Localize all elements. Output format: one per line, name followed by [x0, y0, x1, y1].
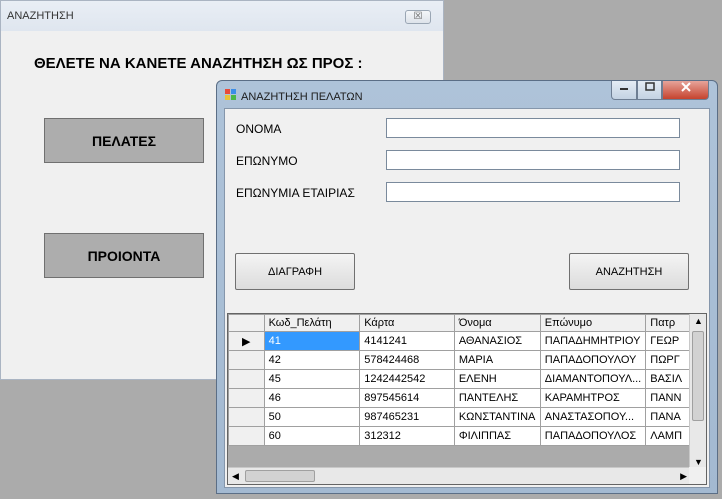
scroll-corner: [689, 467, 706, 484]
surname-input[interactable]: [386, 150, 680, 170]
row-header[interactable]: [228, 388, 265, 408]
customers-button[interactable]: ΠΕΛΑΤΕΣ: [44, 118, 204, 163]
table-cell[interactable]: ΠΑΠΑΔΟΠΟΥΛΟΣ: [539, 426, 647, 446]
table-cell[interactable]: 45: [263, 369, 361, 389]
table-cell[interactable]: ΑΝΑΣΤΑΣΟΠΟΥ...: [539, 407, 647, 427]
title-bar: ΑΝΑΖΗΤΗΣΗ ☒: [1, 1, 443, 31]
header-row: Κωδ_Πελάτη Κάρτα Όνομα Επώνυμο Πατρ: [228, 314, 706, 332]
scroll-up-arrow-icon[interactable]: ▲: [694, 316, 703, 326]
surname-label: ΕΠΩΝΥΜΟ: [236, 154, 298, 168]
current-row-marker: ▶: [242, 335, 251, 348]
name-input[interactable]: [386, 118, 680, 138]
search-button[interactable]: ΑΝΑΖΗΤΗΣΗ: [569, 253, 689, 290]
search-question: ΘΕΛΕΤΕ ΝΑ ΚΑΝΕΤΕ ΑΝΑΖΗΤΗΣΗ ΩΣ ΠΡΟΣ :: [34, 55, 363, 72]
table-cell[interactable]: 4141241: [359, 331, 455, 351]
table-cell[interactable]: ΕΛΕΝΗ: [453, 369, 541, 389]
delete-button[interactable]: ΔΙΑΓΡΑΦΗ: [235, 253, 355, 290]
table-row[interactable]: 46 897545614 ΠΑΝΤΕΛΗΣ ΚΑΡΑΜΗΤΡΟΣ ΠΑΝΝ: [228, 388, 706, 408]
scroll-left-arrow-icon[interactable]: ◀: [232, 471, 239, 482]
horizontal-scrollbar[interactable]: ◀ ▶: [228, 467, 691, 484]
company-label: ΕΠΩΝΥΜΙΑ ΕΤΑΙΡΙΑΣ: [236, 186, 355, 200]
vertical-scroll-thumb[interactable]: [692, 331, 704, 421]
customers-table: Κωδ_Πελάτη Κάρτα Όνομα Επώνυμο Πατρ ▶ 41…: [228, 314, 706, 446]
close-button[interactable]: ☒: [405, 10, 431, 24]
close-button[interactable]: [662, 81, 709, 100]
maximize-button[interactable]: [637, 81, 662, 100]
table-cell[interactable]: ΠΑΠΑΔΟΠΟΥΛΟΥ: [539, 350, 647, 370]
vertical-scrollbar[interactable]: ▲ ▼: [689, 314, 706, 469]
app-icon: [225, 89, 236, 100]
table-cell[interactable]: 897545614: [359, 388, 455, 408]
table-cell[interactable]: 1242442542: [359, 369, 455, 389]
column-header[interactable]: Επώνυμο: [539, 314, 647, 332]
table-cell[interactable]: ΔΙΑΜΑΝΤΟΠΟΥΛ...: [539, 369, 647, 389]
table-cell[interactable]: ΚΩΝΣΤΑΝΤΙΝΑ: [453, 407, 541, 427]
window-title: ΑΝΑΖΗΤΗΣΗ ΠΕΛΑΤΩΝ: [241, 91, 363, 103]
table-cell[interactable]: 46: [263, 388, 361, 408]
table-cell[interactable]: ΠΑΠΑΔΗΜΗΤΡΙΟΥ: [539, 331, 647, 351]
products-button[interactable]: ΠΡΟΙΟΝΤΑ: [44, 233, 204, 278]
minimize-icon: [620, 88, 628, 90]
table-cell[interactable]: ΜΑΡΙΑ: [453, 350, 541, 370]
maximize-icon: [644, 82, 655, 91]
table-cell[interactable]: ΦΙΛΙΠΠΑΣ: [453, 426, 541, 446]
customer-search-window: ΑΝΑΖΗΤΗΣΗ ΠΕΛΑΤΩΝ ΟΝΟΜΑ ΕΠΩΝΥΜΟ ΕΠΩΝΥΜΙΑ…: [216, 80, 718, 494]
minimize-button[interactable]: [611, 81, 637, 100]
row-header[interactable]: [228, 350, 265, 370]
table-cell[interactable]: 60: [263, 426, 361, 446]
table-row[interactable]: 60 312312 ΦΙΛΙΠΠΑΣ ΠΑΠΑΔΟΠΟΥΛΟΣ ΛΑΜΠ: [228, 426, 706, 446]
row-header[interactable]: [228, 407, 265, 427]
table-row[interactable]: 50 987465231 ΚΩΝΣΤΑΝΤΙΝΑ ΑΝΑΣΤΑΣΟΠΟΥ... …: [228, 407, 706, 427]
search-form: ΟΝΟΜΑ ΕΠΩΝΥΜΟ ΕΠΩΝΥΜΙΑ ΕΤΑΙΡΙΑΣ ΔΙΑΓΡΑΦΗ…: [224, 108, 710, 488]
table-cell[interactable]: ΑΘΑΝΑΣΙΟΣ: [453, 331, 541, 351]
horizontal-scroll-thumb[interactable]: [245, 470, 315, 482]
scroll-right-arrow-icon[interactable]: ▶: [680, 471, 687, 482]
table-cell[interactable]: 41: [263, 331, 361, 351]
table-cell[interactable]: 312312: [359, 426, 455, 446]
column-header[interactable]: Κάρτα: [359, 314, 455, 332]
name-label: ΟΝΟΜΑ: [236, 122, 282, 136]
table-cell[interactable]: 42: [263, 350, 361, 370]
table-cell[interactable]: ΚΑΡΑΜΗΤΡΟΣ: [539, 388, 647, 408]
title-bar: ΑΝΑΖΗΤΗΣΗ ΠΕΛΑΤΩΝ: [217, 81, 717, 108]
close-icon: [680, 82, 691, 92]
company-input[interactable]: [386, 182, 680, 202]
table-cell[interactable]: 578424468: [359, 350, 455, 370]
customers-grid[interactable]: Κωδ_Πελάτη Κάρτα Όνομα Επώνυμο Πατρ ▶ 41…: [227, 313, 707, 485]
column-header[interactable]: Όνομα: [453, 314, 541, 332]
table-cell[interactable]: ΠΑΝΤΕΛΗΣ: [453, 388, 541, 408]
column-header[interactable]: Κωδ_Πελάτη: [263, 314, 361, 332]
table-row[interactable]: ▶ 41 4141241 ΑΘΑΝΑΣΙΟΣ ΠΑΠΑΔΗΜΗΤΡΙΟΥ ΓΕΩ…: [228, 331, 706, 351]
window-title: ΑΝΑΖΗΤΗΣΗ: [7, 10, 74, 22]
corner-header: [228, 314, 265, 332]
row-header[interactable]: ▶: [228, 331, 265, 351]
table-cell[interactable]: 50: [263, 407, 361, 427]
row-header[interactable]: [228, 369, 265, 389]
table-row[interactable]: 42 578424468 ΜΑΡΙΑ ΠΑΠΑΔΟΠΟΥΛΟΥ ΠΩΡΓ: [228, 350, 706, 370]
table-cell[interactable]: 987465231: [359, 407, 455, 427]
row-header[interactable]: [228, 426, 265, 446]
table-row[interactable]: 45 1242442542 ΕΛΕΝΗ ΔΙΑΜΑΝΤΟΠΟΥΛ... ΒΑΣΙ…: [228, 369, 706, 389]
scroll-down-arrow-icon[interactable]: ▼: [694, 457, 703, 467]
